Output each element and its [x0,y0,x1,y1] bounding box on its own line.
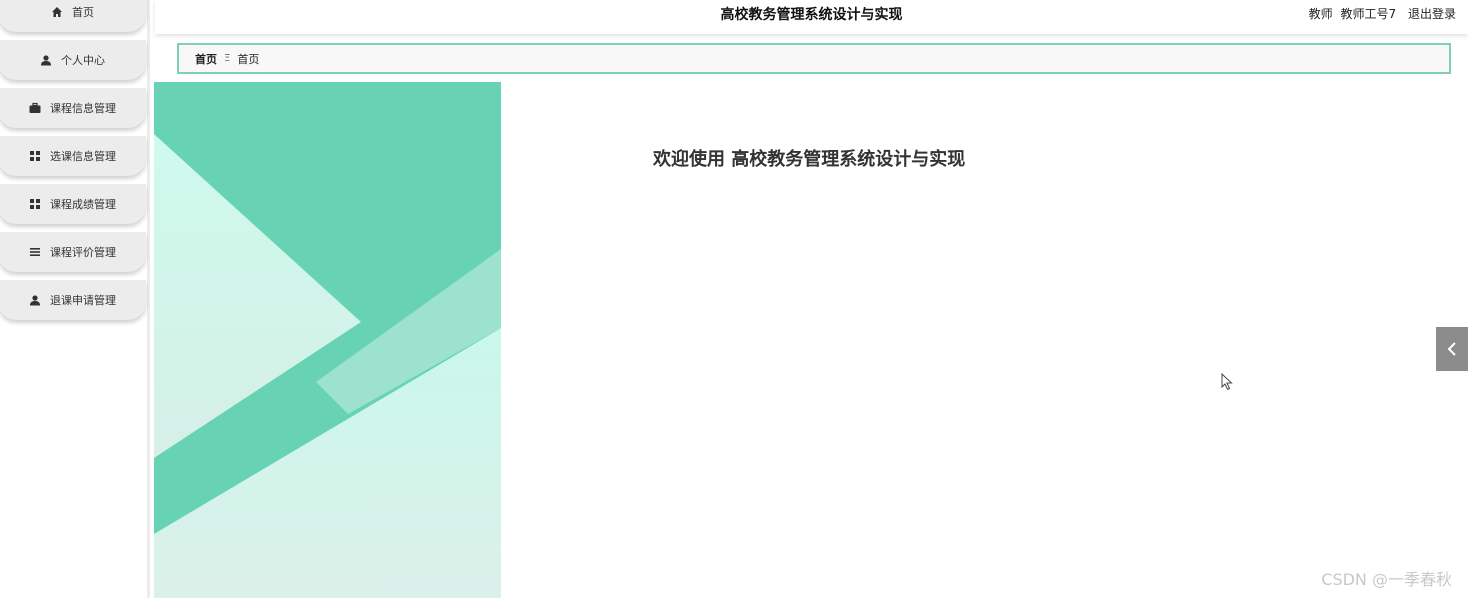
welcome-heading: 欢迎使用 高校教务管理系统设计与实现 [653,149,966,170]
grid-icon [28,149,42,163]
sidebar-item-label: 课程成绩管理 [50,198,116,211]
sidebar-item-grades[interactable]: 课程成绩管理 [0,184,146,224]
sidebar-item-label: 退课申请管理 [50,294,116,307]
chevron-left-icon [1447,342,1456,356]
breadcrumb-home[interactable]: 首页 [195,51,217,67]
user-icon [39,53,53,67]
sidebar: 首页 个人中心 课程信息管理 选课信息管理 课程成绩管理 课程评价管理 退课申请… [0,0,150,598]
sidebar-item-label: 课程评价管理 [50,246,116,259]
sidebar-item-label: 个人中心 [61,54,105,67]
list-icon [28,245,42,259]
collapse-panel-button[interactable] [1436,327,1468,371]
sidebar-item-label: 选课信息管理 [50,150,116,163]
logout-link[interactable]: 退出登录 [1408,7,1456,21]
sidebar-item-label: 课程信息管理 [50,102,116,115]
sidebar-item-course-info[interactable]: 课程信息管理 [0,88,146,128]
user-role: 教师 [1308,7,1333,21]
top-header: 高校教务管理系统设计与实现 教师 教师工号7 退出登录 [155,0,1468,34]
user-info: 教师 教师工号7 退出登录 [1305,5,1456,22]
home-icon [50,5,64,19]
sidebar-item-course-selection[interactable]: 选课信息管理 [0,136,146,176]
sidebar-item-profile[interactable]: 个人中心 [0,40,146,80]
breadcrumb-separator: Ξ [224,53,231,64]
mouse-cursor-icon [1221,373,1233,391]
briefcase-icon [28,101,42,115]
decorative-banner [154,82,501,598]
app-title: 高校教务管理系统设计与实现 [720,7,903,23]
sidebar-item-evaluation[interactable]: 课程评价管理 [0,232,146,272]
grid-icon [28,197,42,211]
sidebar-item-drop-request[interactable]: 退课申请管理 [0,280,146,320]
sidebar-item-label: 首页 [72,6,94,19]
watermark: CSDN @一季春秋 [1321,570,1452,589]
user-name: 教师工号7 [1340,7,1397,21]
user-icon [28,293,42,307]
breadcrumb-current: 首页 [237,52,260,66]
breadcrumb: 首页 Ξ 首页 [177,43,1451,74]
sidebar-item-home[interactable]: 首页 [0,0,146,32]
